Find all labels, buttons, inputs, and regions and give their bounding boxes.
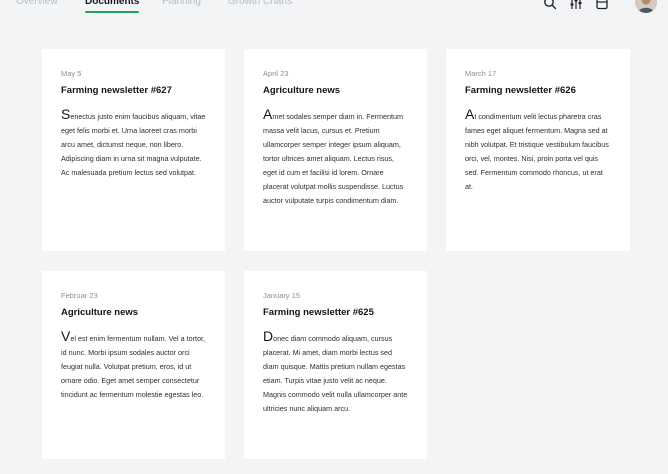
card-title[interactable]: Agriculture news (61, 306, 206, 319)
document-card[interactable]: March 17 Farming newsletter #626 At cond… (446, 49, 630, 251)
card-drop-cap: V (61, 328, 71, 344)
card-excerpt: Amet sodales semper diam in. Fermentum m… (263, 106, 408, 208)
card-drop-cap: A (263, 106, 273, 122)
card-drop-cap: S (61, 106, 71, 122)
card-drop-cap: A (465, 106, 475, 122)
tab-planning[interactable]: Planning (162, 0, 201, 9)
document-card[interactable]: April 23 Agriculture news Amet sodales s… (244, 49, 427, 251)
calendar-icon[interactable] (595, 0, 609, 10)
search-icon[interactable] (543, 0, 557, 10)
tab-overview[interactable]: Overview (16, 0, 58, 9)
card-title[interactable]: Farming newsletter #626 (465, 84, 611, 97)
avatar[interactable] (635, 0, 657, 13)
card-body-text: t condimentum velit lectus pharetra cras… (465, 112, 609, 191)
filter-icon[interactable] (569, 0, 583, 10)
tab-documents[interactable]: Documents (85, 0, 140, 13)
card-body-text: onec diam commodo aliquam, cursus placer… (263, 334, 408, 413)
card-excerpt: Donec diam commodo aliquam, cursus place… (263, 328, 408, 416)
card-title[interactable]: Agriculture news (263, 84, 408, 97)
card-date: Februar 23 (61, 291, 98, 300)
top-navigation: Overview Documents Planning Growth Chart… (0, 0, 668, 14)
card-excerpt: Vel est enim fermentum nullam. Vel a tor… (61, 328, 206, 402)
card-date: January 15 (263, 291, 301, 300)
card-title[interactable]: Farming newsletter #625 (263, 306, 408, 319)
card-drop-cap: D (263, 328, 274, 344)
document-card[interactable]: Februar 23 Agriculture news Vel est enim… (42, 271, 225, 459)
card-body-text: met sodales semper diam in. Fermentum ma… (263, 112, 404, 205)
document-card[interactable]: May 5 Farming newsletter #627 Senectus j… (42, 49, 225, 251)
card-date: May 5 (61, 69, 82, 78)
card-excerpt: At condimentum velit lectus pharetra cra… (465, 106, 611, 194)
card-body-text: enectus justo enim faucibus aliquam, vit… (61, 112, 206, 177)
tab-growth-charts[interactable]: Growth Charts (228, 0, 292, 9)
card-body-text: el est enim fermentum nullam. Vel a tort… (61, 334, 205, 399)
card-excerpt: Senectus justo enim faucibus aliquam, vi… (61, 106, 206, 180)
card-date: March 17 (465, 69, 497, 78)
document-card[interactable]: January 15 Farming newsletter #625 Donec… (244, 271, 427, 459)
card-date: April 23 (263, 69, 289, 78)
card-title[interactable]: Farming newsletter #627 (61, 84, 206, 97)
